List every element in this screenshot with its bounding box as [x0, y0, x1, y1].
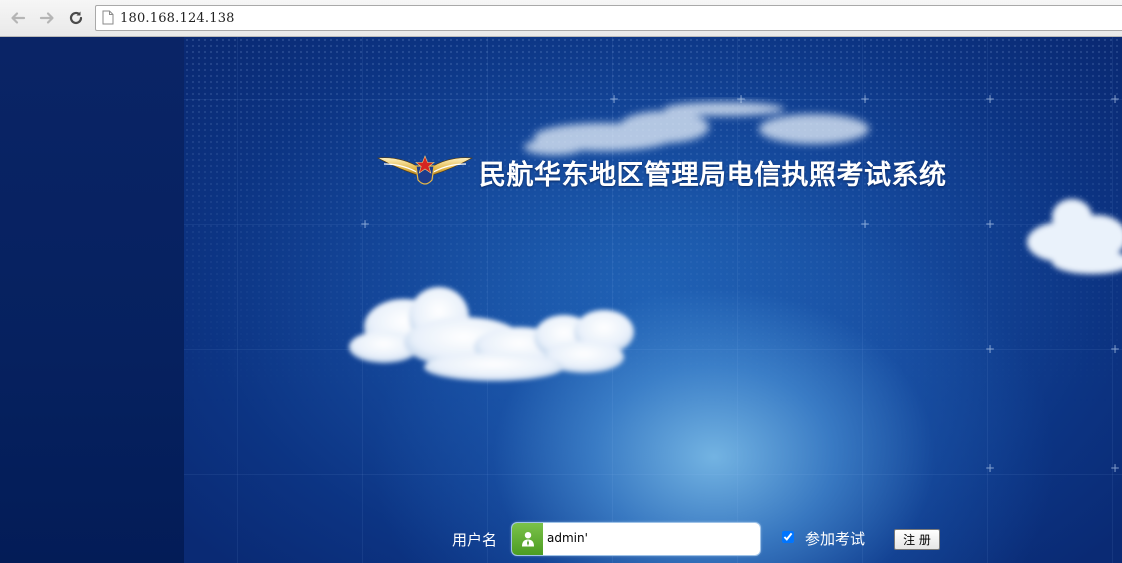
cloud-right-decoration: [1027, 199, 1122, 274]
login-banner: + + + + + + + + + + + +: [184, 37, 1122, 563]
reload-button[interactable]: [64, 6, 88, 30]
cloud-left-decoration: [349, 287, 634, 381]
plus-marker-decoration: +: [985, 92, 996, 106]
username-field[interactable]: [512, 523, 760, 555]
browser-toolbar: 180.168.124.138: [0, 0, 1122, 37]
plus-marker-decoration: +: [360, 217, 371, 231]
plus-marker-decoration: +: [985, 217, 996, 231]
address-url: 180.168.124.138: [120, 11, 235, 26]
arrow-left-icon: [11, 12, 26, 24]
register-button[interactable]: 注 册: [894, 529, 940, 550]
username-label: 用户名: [452, 531, 498, 549]
left-background-strip: [0, 37, 185, 563]
plus-marker-decoration: +: [985, 461, 996, 475]
page-title: 民航华东地区管理局电信执照考试系统: [479, 160, 947, 191]
exam-checkbox-label: 参加考试: [805, 530, 866, 548]
page-content: + + + + + + + + + + + + 民航华东地区管理局电信执照考试系…: [0, 37, 1122, 563]
back-button[interactable]: [6, 6, 30, 30]
exam-checkbox[interactable]: [782, 531, 794, 543]
forward-button[interactable]: [35, 6, 59, 30]
plus-marker-decoration: +: [985, 342, 996, 356]
plus-marker-decoration: +: [1110, 342, 1121, 356]
user-icon-badge: [512, 523, 543, 555]
plus-marker-decoration: +: [1110, 461, 1121, 475]
arrow-right-icon: [39, 12, 54, 24]
address-bar[interactable]: 180.168.124.138: [95, 5, 1122, 31]
reload-icon: [69, 11, 83, 25]
plus-marker-decoration: +: [860, 217, 871, 231]
plus-marker-decoration: +: [1110, 92, 1121, 106]
user-icon: [521, 532, 534, 547]
username-input[interactable]: [545, 526, 759, 550]
winged-star-emblem-icon: [376, 155, 474, 185]
page-icon: [102, 10, 114, 25]
